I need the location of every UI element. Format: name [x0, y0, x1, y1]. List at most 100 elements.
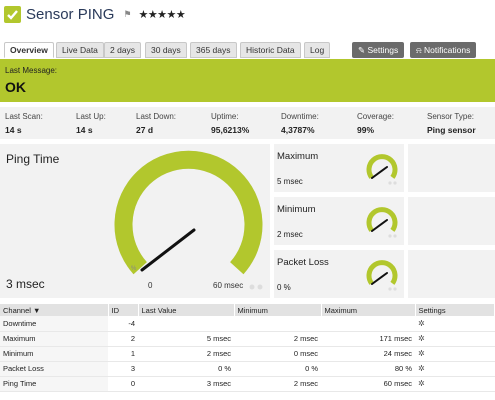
cell-settings: ✲ — [415, 346, 495, 362]
cell-maximum: 60 msec — [321, 376, 415, 392]
stat-last-scan: Last Scan: 14 s — [5, 112, 43, 135]
page-header: Sensor PING ⚑ ★★★★★ — [4, 4, 186, 24]
gauge-dot-icon — [393, 234, 397, 238]
last-message-value: OK — [5, 79, 26, 95]
stat-value: Ping sensor — [427, 125, 476, 135]
stat-last-down: Last Down: 27 d — [136, 112, 176, 135]
tab-365-days[interactable]: 365 days — [190, 42, 237, 58]
gauge-dot-icon — [388, 234, 392, 238]
gear-icon[interactable]: ✲ — [418, 379, 425, 388]
gauge-min-label: 0 — [148, 281, 153, 290]
minimum-gauge-panel: Minimum 2 msec — [274, 197, 404, 245]
gear-icon[interactable]: ✲ — [418, 364, 425, 373]
stat-label: Coverage: — [357, 112, 394, 121]
minimum-gauge — [366, 207, 398, 238]
tab-2-days[interactable]: 2 days — [104, 42, 142, 58]
empty-panel — [408, 250, 495, 298]
empty-panel — [408, 197, 495, 245]
channels-table: Channel ▼ ID Last Value Minimum Maximum … — [0, 304, 495, 392]
stat-label: Downtime: — [281, 112, 319, 121]
cell-settings: ✲ — [415, 316, 495, 332]
cell-minimum: 0 % — [234, 361, 321, 377]
stat-label: Last Down: — [136, 112, 177, 121]
gauge-dot-icon — [393, 181, 397, 185]
ping-time-gauge-panel: Ping Time % 0 60 msec 3 msec — [0, 144, 270, 298]
tab-log[interactable]: Log — [304, 42, 331, 58]
gear-icon[interactable]: ✲ — [418, 334, 425, 343]
gear-icon[interactable]: ✲ — [418, 349, 425, 358]
cell-channel: Minimum — [0, 346, 108, 362]
cell-minimum: 2 msec — [234, 331, 321, 347]
gauge-title: Minimum — [277, 204, 316, 215]
cell-id: 0 — [108, 376, 138, 392]
gauge-value: 3 msec — [6, 277, 45, 291]
gauge-title: Maximum — [277, 151, 319, 162]
cell-settings: ✲ — [415, 331, 495, 347]
table-row[interactable]: Ping Time 0 3 msec 2 msec 60 msec ✲ — [0, 376, 495, 392]
tab-overview[interactable]: Overview — [4, 42, 54, 58]
table-row[interactable]: Maximum 2 5 msec 2 msec 171 msec ✲ — [0, 331, 495, 347]
cell-id: -4 — [108, 316, 138, 332]
gauge-needle — [371, 166, 388, 179]
stat-value: 95,6213% — [211, 125, 250, 135]
tab-30-days[interactable]: 30 days — [145, 42, 187, 58]
stat-coverage: Coverage: 99% — [357, 112, 394, 135]
stat-value: 4,3787% — [281, 125, 315, 135]
gauge-percent-mark: % — [131, 266, 137, 272]
cell-id: 3 — [108, 361, 138, 377]
stat-downtime: Downtime: 4,3787% — [281, 112, 319, 135]
settings-button[interactable]: ✎ Settings — [352, 42, 405, 58]
tab-historic-data[interactable]: Historic Data — [240, 42, 301, 58]
packet-loss-gauge — [366, 260, 398, 291]
stat-value: 27 d — [136, 125, 154, 135]
cell-maximum — [321, 316, 415, 332]
column-header-minimum[interactable]: Minimum — [234, 304, 322, 316]
table-header-row: Channel ▼ ID Last Value Minimum Maximum … — [0, 304, 495, 316]
stat-value: 99% — [357, 125, 375, 135]
gauge-dot-icon — [388, 287, 392, 291]
cell-channel: Downtime — [0, 316, 108, 332]
stat-value: 14 s — [5, 125, 22, 135]
sensor-stats: Last Scan: 14 s Last Up: 14 s Last Down:… — [0, 107, 495, 139]
notifications-button[interactable]: ⍾ Notifications — [410, 42, 477, 58]
table-row[interactable]: Downtime -4 ✲ — [0, 316, 495, 332]
wrench-icon: ✎ — [358, 45, 366, 55]
settings-button-label: Settings — [367, 45, 399, 55]
cell-id: 2 — [108, 331, 138, 347]
gauge-value: 5 msec — [277, 177, 303, 186]
status-check-icon — [4, 5, 21, 23]
cell-maximum: 171 msec — [321, 331, 415, 347]
last-message-banner: Last Message: OK — [0, 59, 495, 102]
packet-loss-gauge-panel: Packet Loss 0 % — [274, 250, 404, 298]
gauge-needle — [140, 228, 196, 272]
gauge-dot-icon — [249, 284, 255, 290]
cell-last-value: 3 msec — [138, 376, 234, 392]
cell-minimum — [234, 316, 321, 332]
last-message-label: Last Message: — [5, 66, 58, 75]
column-header-maximum[interactable]: Maximum — [321, 304, 416, 316]
cell-channel: Ping Time — [0, 376, 108, 392]
empty-panel — [408, 144, 495, 192]
maximum-gauge-panel: Maximum 5 msec — [274, 144, 404, 192]
page-title: Sensor PING — [26, 5, 115, 23]
cell-maximum: 80 % — [321, 361, 415, 377]
column-header-id[interactable]: ID — [108, 304, 139, 316]
ping-time-gauge: % — [114, 150, 263, 290]
cell-settings: ✲ — [415, 361, 495, 377]
stat-value: 14 s — [76, 125, 93, 135]
priority-stars[interactable]: ★★★★★ — [138, 8, 185, 21]
cell-last-value: 2 msec — [138, 346, 234, 362]
tab-live-data[interactable]: Live Data — [56, 42, 104, 58]
stat-label: Last Scan: — [5, 112, 43, 121]
column-header-last-value[interactable]: Last Value — [138, 304, 235, 316]
bell-icon: ⍾ — [416, 45, 422, 55]
table-row[interactable]: Packet Loss 3 0 % 0 % 80 % ✲ — [0, 361, 495, 377]
table-row[interactable]: Minimum 1 2 msec 0 msec 24 msec ✲ — [0, 346, 495, 362]
column-header-channel[interactable]: Channel ▼ — [0, 304, 109, 316]
gauge-needle — [371, 272, 388, 285]
gear-icon[interactable]: ✲ — [418, 319, 425, 328]
flag-icon[interactable]: ⚑ — [123, 9, 131, 20]
cell-last-value: 5 msec — [138, 331, 234, 347]
cell-minimum: 2 msec — [234, 376, 321, 392]
gauge-dot-icon — [257, 284, 263, 290]
